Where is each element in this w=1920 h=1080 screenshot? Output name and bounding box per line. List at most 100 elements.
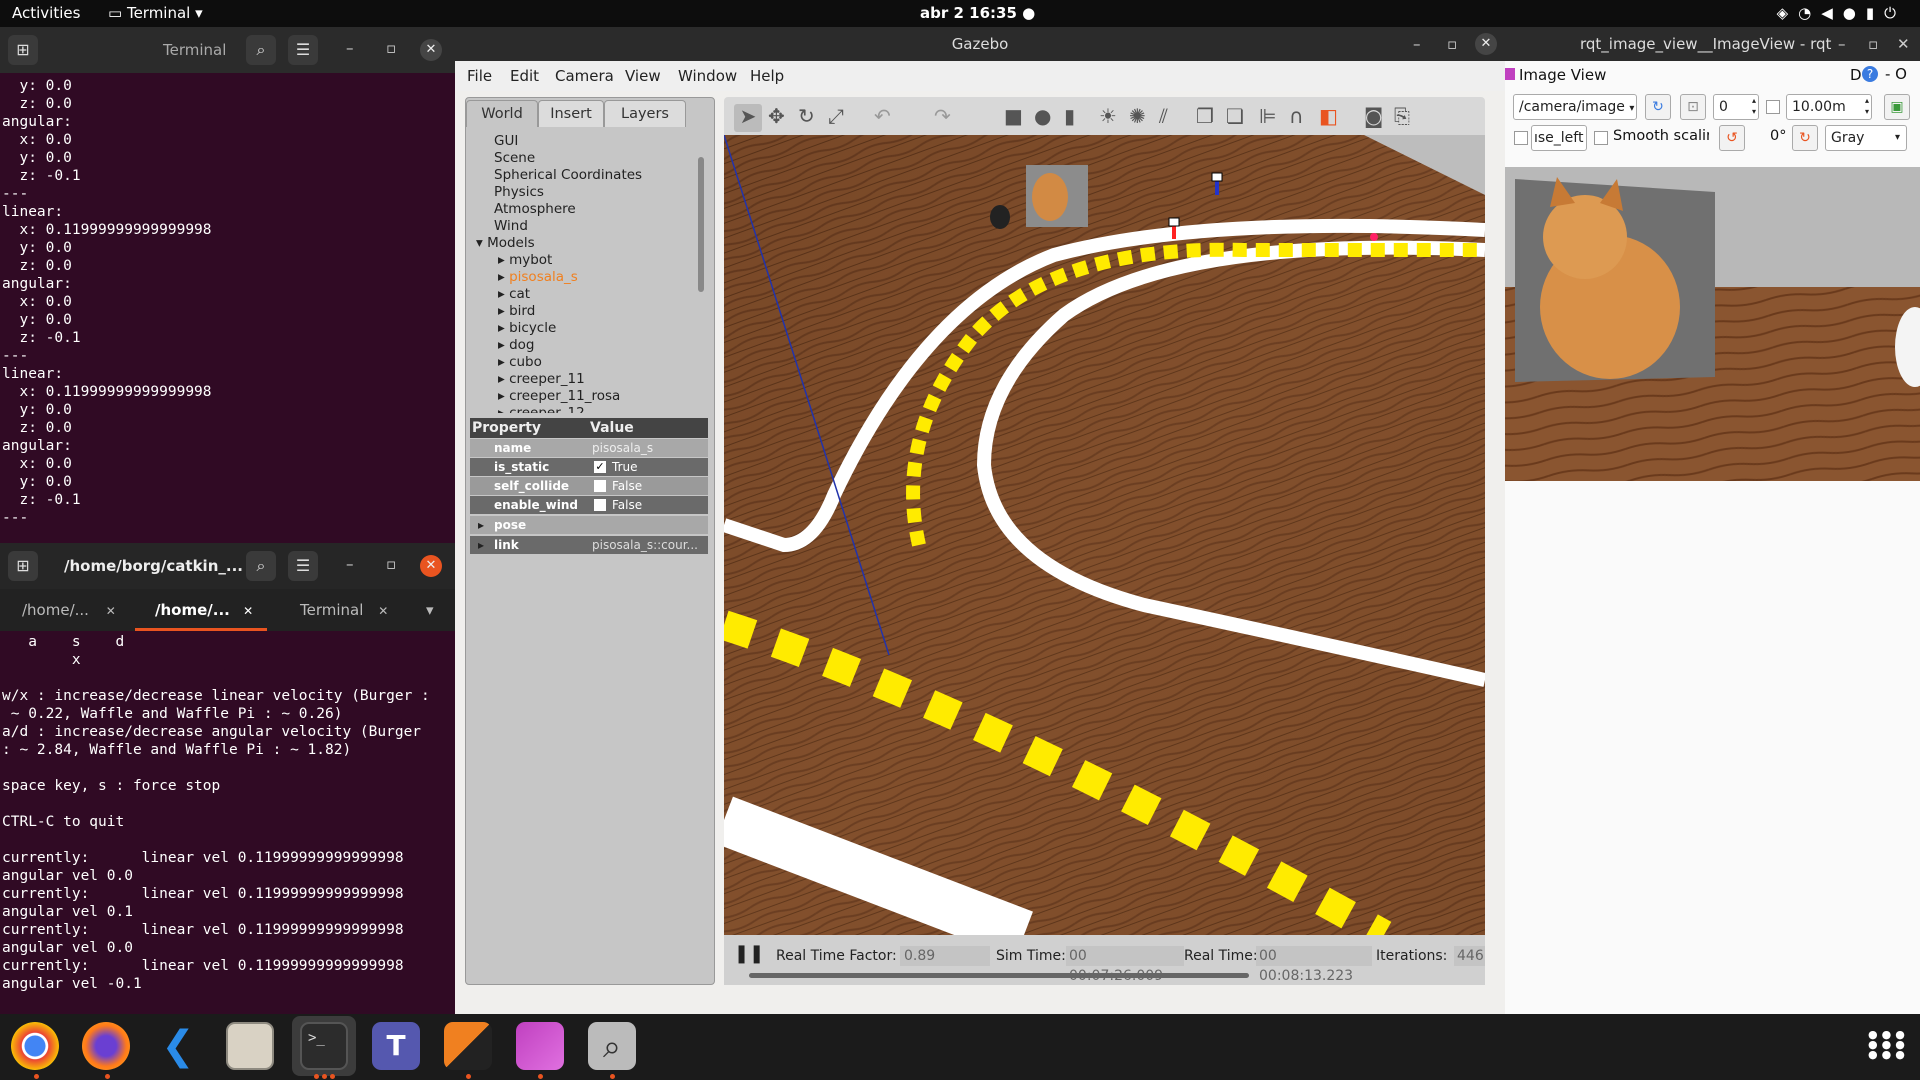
robot-model[interactable] (990, 205, 1010, 229)
help-icon[interactable]: ? (1862, 66, 1878, 82)
tab-3[interactable]: Terminal ✕ (300, 601, 388, 619)
point-light-icon[interactable]: ☀ (1099, 104, 1117, 128)
model-item[interactable]: ▸ creeper_12 (498, 405, 585, 413)
maximize-icon[interactable]: ▫ (386, 555, 396, 573)
range-input[interactable]: 10.00m ▴ ▾ (1786, 94, 1872, 120)
new-tab-icon[interactable]: ⊞ (8, 551, 38, 581)
tree-item-atmosphere[interactable]: Atmosphere (494, 201, 576, 217)
cat-model[interactable] (1032, 173, 1068, 221)
close-icon[interactable]: ✕ (1475, 33, 1497, 55)
rotate-left-icon[interactable]: ↺ (1719, 125, 1745, 151)
tab-1[interactable]: /home/... ✕ (22, 601, 116, 619)
view-angle-icon[interactable]: ◧ (1319, 104, 1338, 128)
checkbox-checked-icon[interactable]: ✓ (594, 461, 606, 473)
tree-item-spherical[interactable]: Spherical Coordinates (494, 167, 642, 183)
tab-2[interactable]: /home/... ✕ (135, 589, 267, 631)
tree-item-models[interactable]: ▾ Models (476, 235, 535, 251)
terminal-icon[interactable]: >_ (300, 1022, 348, 1070)
gazebo-icon[interactable] (444, 1022, 492, 1070)
close-icon[interactable]: ✕ (420, 39, 442, 61)
search-icon[interactable]: ⌕ (246, 35, 276, 65)
tab-close-icon[interactable]: ✕ (106, 604, 116, 618)
new-tab-icon[interactable]: ⊞ (8, 35, 38, 65)
redo-icon[interactable]: ↷ (934, 104, 951, 128)
app-menu[interactable]: ▭ Terminal ▾ (108, 4, 203, 22)
prop-row-enable-wind[interactable]: enable_wind False (470, 496, 708, 514)
checkbox-icon[interactable] (594, 499, 606, 511)
teams-icon[interactable]: T (372, 1022, 420, 1070)
image-viewer-icon[interactable] (516, 1022, 564, 1070)
tabs-dropdown-icon[interactable]: ▾ (426, 601, 434, 619)
model-item[interactable]: ▸ bird (498, 303, 535, 319)
maximize-icon[interactable]: ▫ (386, 39, 396, 57)
use-left-field[interactable]: ıse_left (1531, 125, 1587, 151)
prop-row-link[interactable]: ▸ link pisosala_s::cour... (470, 536, 708, 554)
save-image-icon[interactable]: ▣ (1884, 94, 1910, 120)
spin-arrows-icon[interactable]: ▴ ▾ (1752, 95, 1756, 117)
expand-arrow-icon[interactable]: ▸ (478, 516, 484, 534)
expand-arrow-icon[interactable]: ▸ (478, 536, 484, 554)
checkbox-icon[interactable] (594, 480, 606, 492)
undo-icon[interactable]: ↶ (874, 104, 891, 128)
model-item[interactable]: ▸ mybot (498, 252, 552, 268)
prop-row-pose[interactable]: ▸ pose (470, 516, 708, 534)
chrome-icon[interactable] (11, 1022, 59, 1070)
box-icon[interactable]: ■ (1004, 104, 1023, 128)
tab-layers[interactable]: Layers (604, 100, 686, 127)
zoom-icon[interactable]: ⊡ (1680, 94, 1706, 120)
maximize-icon[interactable]: ▫ (1447, 27, 1457, 61)
tree-item-gui[interactable]: GUI (494, 133, 518, 149)
expand-arrow-icon[interactable]: ▾ (476, 235, 487, 251)
menu-camera[interactable]: Camera (555, 67, 614, 85)
camera-image[interactable] (1505, 167, 1920, 481)
rotate-right-icon[interactable]: ↻ (1792, 125, 1818, 151)
tab-insert[interactable]: Insert (538, 100, 604, 127)
minimize-icon[interactable]: – (346, 39, 354, 57)
maximize-icon[interactable]: ▫ (1868, 27, 1878, 61)
close-icon[interactable]: ✕ (1897, 27, 1910, 61)
horizontal-scrollbar[interactable] (749, 973, 1249, 978)
close-icon[interactable]: ✕ (420, 555, 442, 577)
firefox-icon[interactable] (82, 1022, 130, 1070)
system-tray[interactable]: ◈◔◀●▮⏻ (1777, 4, 1906, 22)
files-icon[interactable] (226, 1022, 274, 1070)
pause-icon[interactable]: ❚❚ (734, 943, 764, 964)
tree-item-physics[interactable]: Physics (494, 184, 544, 200)
activities-button[interactable]: Activities (12, 4, 80, 22)
model-item[interactable]: ▸ dog (498, 337, 534, 353)
model-item-selected[interactable]: ▸ pisosala_s (498, 269, 578, 285)
show-apps-icon[interactable]: ●●● ●●● ●●● (1868, 1029, 1905, 1062)
terminal2-output[interactable]: a s d x w/x : increase/decrease linear v… (0, 631, 455, 1014)
minimize-icon[interactable]: – (346, 555, 354, 573)
model-item[interactable]: ▸ cubo (498, 354, 542, 370)
tab-close-icon[interactable]: ✕ (243, 604, 253, 618)
menu-icon[interactable]: ☰ (288, 35, 318, 65)
rotate-mode-icon[interactable]: ↻ (798, 104, 815, 128)
range-checkbox[interactable] (1766, 100, 1780, 114)
copy-icon[interactable]: ❐ (1196, 104, 1214, 128)
minimize-icon[interactable]: – (1838, 27, 1846, 61)
model-item[interactable]: ▸ creeper_11_rosa (498, 388, 620, 404)
menu-file[interactable]: File (467, 67, 492, 85)
scale-mode-icon[interactable]: ⤢ (828, 104, 844, 128)
spot-light-icon[interactable]: ✺ (1129, 104, 1146, 128)
directional-light-icon[interactable]: ⫽ (1159, 104, 1168, 128)
terminal1-output[interactable]: y: 0.0 z: 0.0 angular: x: 0.0 y: 0.0 z: … (0, 73, 455, 543)
minimize-icon[interactable]: – (1413, 27, 1421, 61)
colormap-select[interactable]: Gray ▾ (1825, 125, 1907, 151)
menu-edit[interactable]: Edit (510, 67, 539, 85)
tab-close-icon[interactable]: ✕ (378, 604, 388, 618)
menu-help[interactable]: Help (750, 67, 784, 85)
menu-view[interactable]: View (625, 67, 661, 85)
search-icon[interactable]: ⌕ (246, 551, 276, 581)
menu-icon[interactable]: ☰ (288, 551, 318, 581)
prop-row-self-collide[interactable]: self_collide False (470, 477, 708, 495)
translate-mode-icon[interactable]: ✥ (768, 104, 785, 128)
vscode-icon[interactable]: ❮ (154, 1022, 202, 1070)
record-icon[interactable]: ⎘ (1394, 104, 1410, 128)
d-button[interactable]: D (1850, 66, 1862, 84)
use-left-checkbox[interactable] (1514, 131, 1528, 145)
cylinder-icon[interactable]: ▮ (1064, 104, 1075, 128)
number-input[interactable]: 0 ▴ ▾ (1713, 94, 1759, 120)
sphere-icon[interactable]: ● (1034, 104, 1051, 128)
